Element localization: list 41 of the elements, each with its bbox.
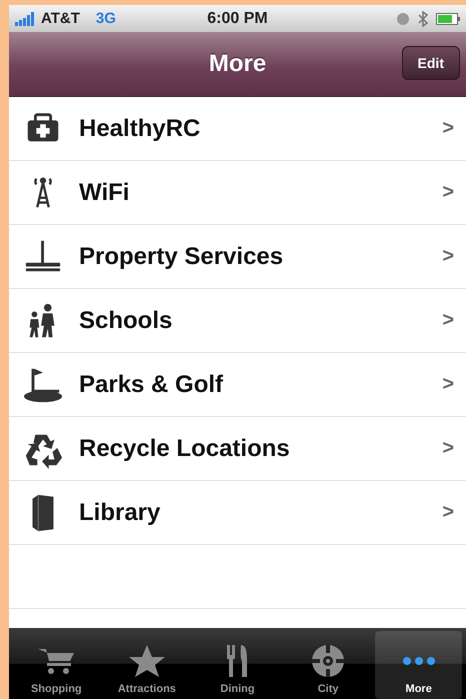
tab-item[interactable]: More: [375, 631, 462, 699]
row-label: WiFi: [79, 178, 130, 206]
tab-item[interactable]: Shopping: [13, 628, 100, 699]
chevron-icon: >: [442, 181, 454, 204]
list-row[interactable]: Property Services >: [9, 225, 466, 289]
tab-label: More: [406, 683, 432, 695]
tab-label: Dining: [220, 683, 255, 695]
row-label: Schools: [79, 306, 174, 334]
tab-label: City: [318, 683, 338, 695]
chevron-icon: >: [442, 501, 454, 524]
carrier-name: AT&T: [41, 10, 80, 27]
status-time: 6:00 PM: [207, 10, 268, 28]
row-label: Property Services: [79, 242, 284, 270]
network-type: 3G: [96, 10, 116, 27]
list-row[interactable]: Schools >: [9, 289, 466, 353]
row-label: HealthyRC: [79, 114, 202, 142]
battery-icon: [436, 12, 460, 24]
list-row[interactable]: HealthyRC >: [9, 97, 466, 161]
row-label: Parks & Golf: [79, 370, 224, 398]
bluetooth-icon: [418, 10, 428, 26]
tab-item[interactable]: Attractions: [104, 628, 190, 699]
chevron-icon: >: [442, 373, 454, 396]
row-label: Recycle Locations: [79, 434, 291, 462]
row-label: Library: [79, 498, 162, 526]
chevron-icon: >: [442, 309, 454, 332]
list-row[interactable]: WiFi >: [9, 161, 466, 225]
edit-button[interactable]: Edit: [402, 46, 460, 80]
tab-item[interactable]: City: [284, 628, 372, 699]
more-icon: [402, 656, 435, 666]
tab-item[interactable]: Dining: [194, 628, 281, 699]
signal-icon: [15, 12, 37, 26]
list-row[interactable]: Parks & Golf >: [9, 353, 466, 417]
chevron-icon: >: [442, 437, 454, 460]
list-row[interactable]: Recycle Locations >: [9, 417, 466, 481]
tab-label: Shopping: [30, 683, 82, 695]
tab-label: Attractions: [118, 683, 176, 695]
chevron-icon: >: [442, 245, 454, 268]
star-icon: [126, 643, 167, 679]
list-row[interactable]: Library >: [9, 481, 466, 545]
chevron-icon: >: [442, 117, 454, 140]
screen-title: More: [208, 50, 266, 78]
